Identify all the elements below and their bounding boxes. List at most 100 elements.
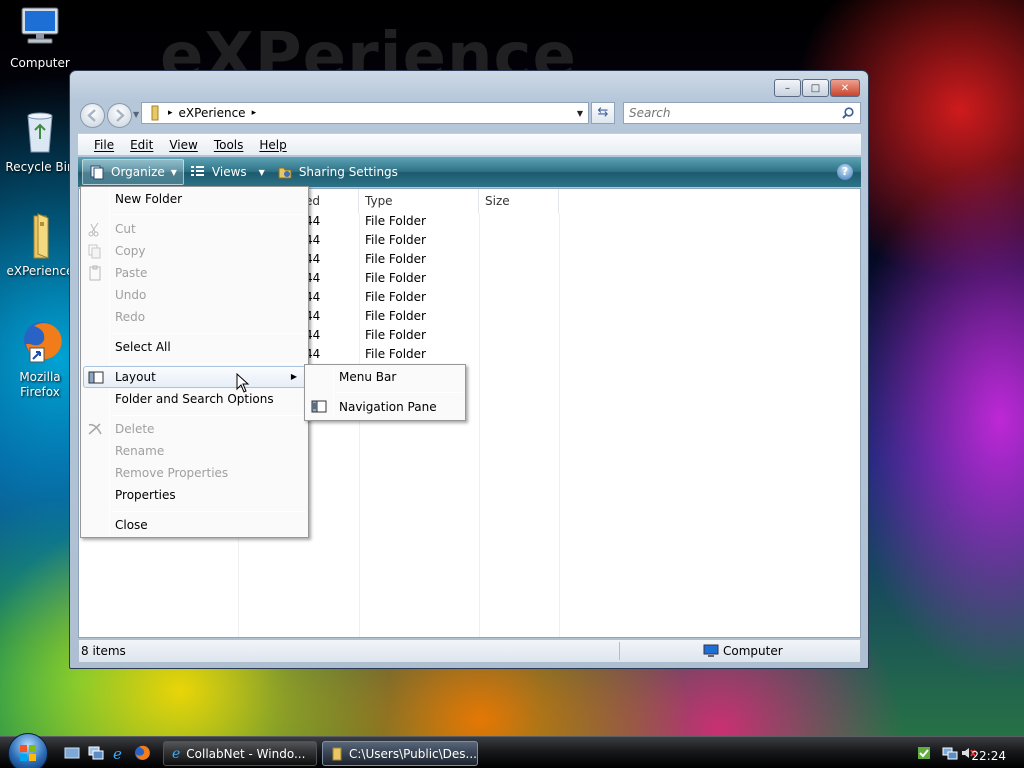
network-icon[interactable] [942, 745, 958, 761]
minimize-button[interactable]: – [774, 79, 801, 97]
close-button[interactable]: ✕ [830, 79, 860, 97]
search-box[interactable] [623, 102, 861, 124]
refresh-button[interactable]: ⇆ [591, 102, 615, 124]
organize-label: Organize [111, 165, 165, 179]
views-dropdown[interactable]: ▼ [253, 159, 271, 185]
system-tray: 22:24 [912, 740, 1020, 766]
views-button[interactable]: Views [184, 159, 253, 185]
switch-windows-icon[interactable] [88, 745, 104, 761]
status-bar: 8 items Computer [78, 639, 861, 663]
taskbar-button-public-desktop[interactable]: C:\Users\Public\Des... [322, 741, 478, 766]
paste-icon [89, 265, 101, 281]
menu-item-delete[interactable]: Delete [83, 418, 306, 440]
address-dropdown-icon[interactable]: ▼ [577, 109, 583, 118]
mouse-cursor-icon [236, 373, 250, 393]
row-type: File Folder [365, 214, 426, 228]
search-icon[interactable] [842, 107, 854, 119]
menu-item-layout[interactable]: Layout ▶ [83, 366, 306, 388]
menu-file[interactable]: File [86, 138, 122, 152]
menu-help[interactable]: Help [251, 138, 294, 152]
column-header-size[interactable]: Size [479, 189, 559, 213]
delete-icon [88, 423, 102, 435]
row-type: File Folder [365, 233, 426, 247]
menu-tools[interactable]: Tools [206, 138, 252, 152]
layout-submenu: Menu Bar Navigation Pane [304, 364, 466, 421]
menu-view[interactable]: View [161, 138, 205, 152]
breadcrumb-experience[interactable]: eXPerience [179, 106, 246, 120]
menu-item-copy[interactable]: Copy [83, 240, 306, 262]
menu-item-cut[interactable]: Cut [83, 218, 306, 240]
menu-separator [111, 333, 306, 334]
menu-bar: File Edit View Tools Help [78, 133, 861, 155]
menu-separator [111, 214, 306, 215]
row-type: File Folder [365, 290, 426, 304]
menu-item-close[interactable]: Close [83, 514, 306, 536]
sharing-icon [278, 167, 292, 179]
organize-icon [90, 165, 104, 180]
maximize-button[interactable]: □ [802, 79, 829, 97]
menu-item-undo[interactable]: Undo [83, 284, 306, 306]
menu-item-new-folder[interactable]: New Folder [83, 188, 306, 210]
folder-icon [16, 212, 64, 260]
internet-explorer-icon[interactable]: e [111, 745, 127, 761]
navigation-pane-icon [311, 400, 327, 413]
organize-menu: New Folder Cut Copy Paste Undo Redo Sele… [80, 186, 309, 538]
menu-item-paste[interactable]: Paste [83, 262, 306, 284]
refresh-icon: ⇆ [597, 105, 609, 120]
menu-separator [111, 415, 306, 416]
svg-text:e: e [113, 745, 122, 761]
sharing-settings-button[interactable]: Sharing Settings [271, 159, 404, 185]
desktop-icon-firefox[interactable]: Mozilla Firefox [0, 318, 80, 400]
menu-item-menu-bar[interactable]: Menu Bar [307, 366, 463, 388]
firefox-icon[interactable] [134, 745, 150, 761]
desktop-icon-experience-folder[interactable]: eXPerience [0, 212, 80, 279]
help-icon[interactable]: ? [837, 164, 853, 180]
menu-item-remove-properties[interactable]: Remove Properties [83, 462, 306, 484]
search-input[interactable] [629, 106, 829, 120]
window-controls: – □ ✕ [774, 79, 860, 97]
status-location: Computer [723, 644, 783, 658]
back-button[interactable] [80, 103, 105, 128]
caret-down-icon: ▼ [170, 167, 177, 177]
views-label: Views [211, 165, 247, 179]
row-type: File Folder [365, 309, 426, 323]
address-row: ▼ ▸ eXPerience ▸ ▼ ⇆ [78, 102, 861, 128]
menu-edit[interactable]: Edit [122, 138, 161, 152]
start-button[interactable] [8, 733, 48, 768]
desktop-icon-computer[interactable]: Computer [0, 4, 80, 71]
menu-item-properties[interactable]: Properties [83, 484, 306, 506]
computer-icon [703, 644, 719, 657]
menu-item-folder-options[interactable]: Folder and Search Options [83, 388, 306, 410]
sharing-label: Sharing Settings [298, 165, 398, 179]
column-header-type[interactable]: Type [359, 189, 479, 213]
breadcrumb-separator[interactable]: ▸ [168, 108, 173, 118]
row-type: File Folder [365, 347, 426, 361]
forward-button[interactable] [107, 103, 132, 128]
status-divider [619, 642, 620, 660]
menu-separator [335, 392, 463, 393]
submenu-arrow-icon: ▶ [290, 372, 297, 381]
copy-icon [88, 244, 101, 259]
history-dropdown-icon[interactable]: ▼ [133, 110, 139, 119]
taskbar-button-collabnet[interactable]: e CollabNet - Windo... [163, 741, 317, 766]
forward-arrow-icon [116, 109, 125, 122]
views-icon [190, 166, 204, 176]
security-center-icon[interactable] [916, 745, 932, 761]
status-item-count: 8 items [81, 644, 126, 658]
windows-logo-icon [20, 745, 36, 761]
menu-item-rename[interactable]: Rename [83, 440, 306, 462]
breadcrumb-separator[interactable]: ▸ [252, 108, 257, 118]
menu-separator [111, 511, 306, 512]
recycle-bin-icon [16, 108, 64, 156]
menu-item-select-all[interactable]: Select All [83, 336, 306, 358]
address-bar[interactable]: ▸ eXPerience ▸ ▼ [141, 102, 589, 124]
show-desktop-icon[interactable] [64, 745, 80, 761]
row-type: File Folder [365, 252, 426, 266]
back-arrow-icon [87, 109, 96, 122]
menu-item-redo[interactable]: Redo [83, 306, 306, 328]
organize-button[interactable]: Organize ▼ [82, 159, 184, 185]
menu-item-navigation-pane[interactable]: Navigation Pane [307, 396, 463, 418]
desktop-icon-recycle-bin[interactable]: Recycle Bin [0, 108, 80, 175]
computer-icon [16, 4, 64, 52]
clock[interactable]: 22:24 [971, 749, 1006, 763]
